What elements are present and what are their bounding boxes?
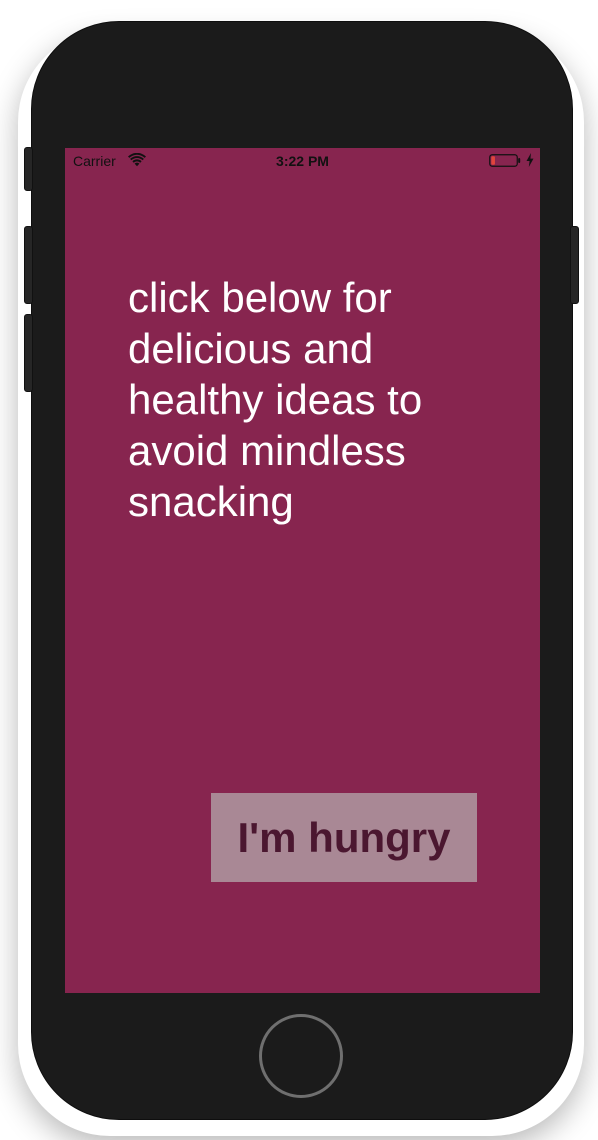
status-time: 3:22 PM	[276, 153, 329, 169]
status-bar: Carrier 3:22 PM	[65, 148, 540, 174]
simulator-stage: Carrier 3:22 PM click below for deliciou…	[0, 0, 598, 1140]
app-screen: Carrier 3:22 PM click below for deliciou…	[65, 148, 540, 993]
power-button	[570, 226, 579, 304]
im-hungry-button[interactable]: I'm hungry	[211, 793, 477, 882]
battery-low-icon	[489, 154, 521, 167]
mute-switch	[24, 147, 33, 191]
volume-up-button	[24, 226, 33, 304]
home-button[interactable]	[259, 1014, 343, 1098]
intro-headline: click below for delicious and healthy id…	[128, 274, 423, 525]
volume-down-button	[24, 314, 33, 392]
charging-bolt-icon	[526, 153, 534, 167]
